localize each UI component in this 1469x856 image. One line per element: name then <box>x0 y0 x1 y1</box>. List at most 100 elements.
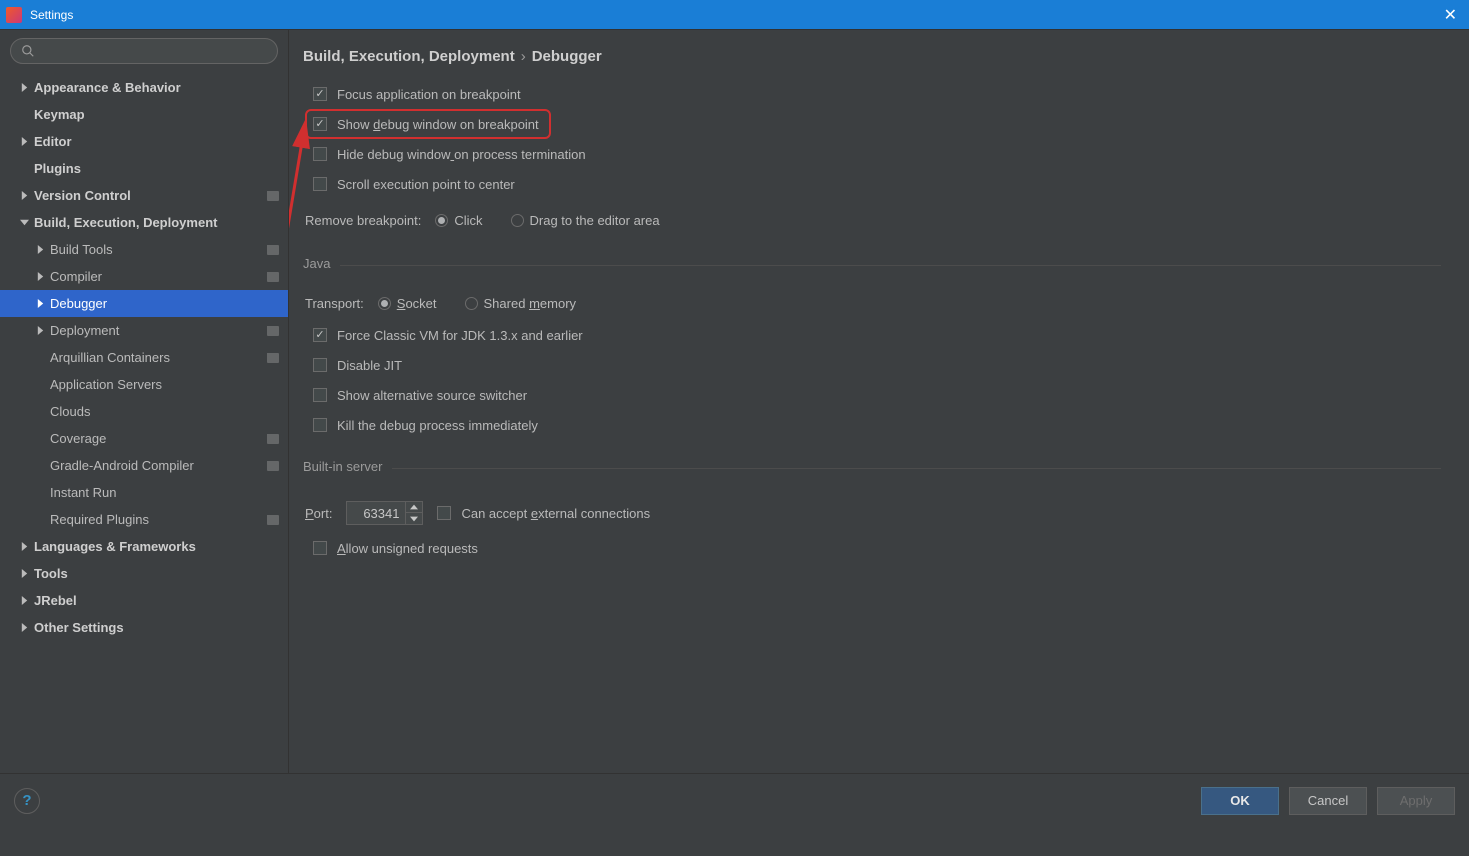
sidebar-item-label: Appearance & Behavior <box>34 80 280 95</box>
settings-tree: Appearance & Behavior Keymap EditorPlugins… <box>0 70 288 773</box>
chevron-right-icon <box>34 298 46 310</box>
sidebar-item-plugins[interactable]: Plugins <box>0 155 288 182</box>
sidebar-item-languages-frameworks[interactable]: Languages & Frameworks <box>0 533 288 560</box>
arrow-placeholder <box>34 514 46 526</box>
scroll-execution-point-to-center-label: Scroll execution point to center <box>337 177 515 192</box>
sidebar-item-appearance-behavior[interactable]: Appearance & Behavior <box>0 74 288 101</box>
scroll-execution-point-to-center-checkbox[interactable] <box>313 177 327 191</box>
sidebar-item-keymap[interactable]: Keymap <box>0 101 288 128</box>
sidebar-item-tools[interactable]: Tools <box>0 560 288 587</box>
close-icon[interactable]: ✕ <box>1438 5 1463 25</box>
remove-bp-click-radio[interactable] <box>435 214 448 227</box>
hide-debug-window-on-process-termination-label: Hide debug window on process termination <box>337 147 586 162</box>
chevron-down-icon <box>18 217 30 229</box>
transport-socket-label: Socket <box>397 296 437 311</box>
force-classic-vm-for-jdk-1-3-x-and-earlier-checkbox[interactable] <box>313 328 327 342</box>
project-scope-icon <box>266 270 280 284</box>
show-alternative-source-switcher-checkbox[interactable] <box>313 388 327 402</box>
sidebar-item-label: Build Tools <box>50 242 260 257</box>
disable-jit-checkbox[interactable] <box>313 358 327 372</box>
project-scope-icon <box>266 351 280 365</box>
port-down[interactable] <box>406 513 422 524</box>
sidebar-item-clouds[interactable]: Clouds <box>0 398 288 425</box>
sidebar-item-application-servers[interactable]: Application Servers <box>0 371 288 398</box>
sidebar-item-build-tools[interactable]: Build Tools <box>0 236 288 263</box>
sidebar-item-arquillian-containers[interactable]: Arquillian Containers <box>0 344 288 371</box>
disable-jit-label: Disable JIT <box>337 358 402 373</box>
app-icon <box>6 7 22 23</box>
project-scope-icon <box>266 324 280 338</box>
show-debug-window-on-breakpoint-checkbox[interactable] <box>313 117 327 131</box>
sidebar-item-other-settings[interactable]: Other Settings <box>0 614 288 641</box>
transport-shared-memory-radio[interactable] <box>465 297 478 310</box>
sidebar-item-compiler[interactable]: Compiler <box>0 263 288 290</box>
kill-the-debug-process-immediately-label: Kill the debug process immediately <box>337 418 538 433</box>
sidebar-item-label: Other Settings <box>34 620 280 635</box>
sidebar-item-coverage[interactable]: Coverage <box>0 425 288 452</box>
port-label: Port: <box>305 506 332 521</box>
chevron-right-icon <box>18 82 30 94</box>
sidebar-item-label: Keymap <box>34 107 280 122</box>
arrow-placeholder <box>34 487 46 499</box>
remove-breakpoint-label: Remove breakpoint: <box>305 213 421 228</box>
annotation-highlight: Show debug window on breakpoint <box>305 109 551 139</box>
transport-shared-memory-label: Shared memory <box>484 296 577 311</box>
search-icon <box>21 44 35 58</box>
sidebar-item-label: Arquillian Containers <box>50 350 260 365</box>
sidebar-item-label: Clouds <box>50 404 280 419</box>
chevron-right-icon <box>18 568 30 580</box>
sidebar-item-debugger[interactable]: Debugger <box>0 290 288 317</box>
sidebar-item-instant-run[interactable]: Instant Run <box>0 479 288 506</box>
port-spinner[interactable] <box>346 501 423 525</box>
sidebar-item-deployment[interactable]: Deployment <box>0 317 288 344</box>
allow-unsigned-requests-checkbox[interactable] <box>313 541 327 555</box>
remove-bp-click-label: Click <box>454 213 482 228</box>
section-java: Java <box>303 256 340 271</box>
sidebar-item-label: Application Servers <box>50 377 280 392</box>
sidebar-item-version-control[interactable]: Version Control <box>0 182 288 209</box>
breadcrumb-a: Build, Execution, Deployment <box>303 48 515 65</box>
hide-debug-window-on-process-termination-checkbox[interactable] <box>313 147 327 161</box>
titlebar: Settings ✕ <box>0 0 1469 29</box>
sidebar-item-editor[interactable]: Editor <box>0 128 288 155</box>
sidebar-item-label: Tools <box>34 566 280 581</box>
can-accept-external-connections-checkbox[interactable] <box>437 506 451 520</box>
transport-label: Transport: <box>305 296 364 311</box>
arrow-placeholder <box>34 352 46 364</box>
sidebar-item-label: Deployment <box>50 323 260 338</box>
breadcrumb-b: Debugger <box>532 48 602 65</box>
ok-button[interactable]: OK <box>1201 787 1279 815</box>
sidebar-item-build-execution-deployment[interactable]: Build, Execution, Deployment <box>0 209 288 236</box>
chevron-right-icon <box>18 595 30 607</box>
remove-bp-drag-to-the-editor-area-radio[interactable] <box>511 214 524 227</box>
help-button[interactable]: ? <box>14 788 40 814</box>
cancel-button[interactable]: Cancel <box>1289 787 1367 815</box>
breadcrumb: Build, Execution, Deployment›Debugger <box>303 48 1441 65</box>
project-scope-icon <box>266 189 280 203</box>
transport-socket-radio[interactable] <box>378 297 391 310</box>
chevron-right-icon <box>18 190 30 202</box>
kill-the-debug-process-immediately-checkbox[interactable] <box>313 418 327 432</box>
focus-application-on-breakpoint-label: Focus application on breakpoint <box>337 87 521 102</box>
can-accept-external-connections-label: Can accept external connections <box>461 506 650 521</box>
sidebar-item-label: Compiler <box>50 269 260 284</box>
sidebar-item-label: Version Control <box>34 188 260 203</box>
apply-button[interactable]: Apply <box>1377 787 1455 815</box>
focus-application-on-breakpoint-checkbox[interactable] <box>313 87 327 101</box>
remove-bp-drag-to-the-editor-area-label: Drag to the editor area <box>530 213 660 228</box>
section-server: Built-in server <box>303 459 392 474</box>
arrow-placeholder <box>34 460 46 472</box>
arrow-placeholder <box>18 109 30 121</box>
port-up[interactable] <box>406 502 422 513</box>
show-debug-window-on-breakpoint-label: Show debug window on breakpoint <box>337 117 539 132</box>
sidebar-item-label: Coverage <box>50 431 260 446</box>
dialog-footer: ? OK Cancel Apply <box>0 773 1469 827</box>
sidebar-item-label: Debugger <box>50 296 280 311</box>
port-input[interactable] <box>347 506 405 521</box>
sidebar-item-jrebel[interactable]: JRebel <box>0 587 288 614</box>
window-title: Settings <box>30 8 73 22</box>
sidebar-item-gradle-android-compiler[interactable]: Gradle-Android Compiler <box>0 452 288 479</box>
sidebar-item-required-plugins[interactable]: Required Plugins <box>0 506 288 533</box>
chevron-right-icon <box>34 244 46 256</box>
search-input[interactable] <box>10 38 278 64</box>
